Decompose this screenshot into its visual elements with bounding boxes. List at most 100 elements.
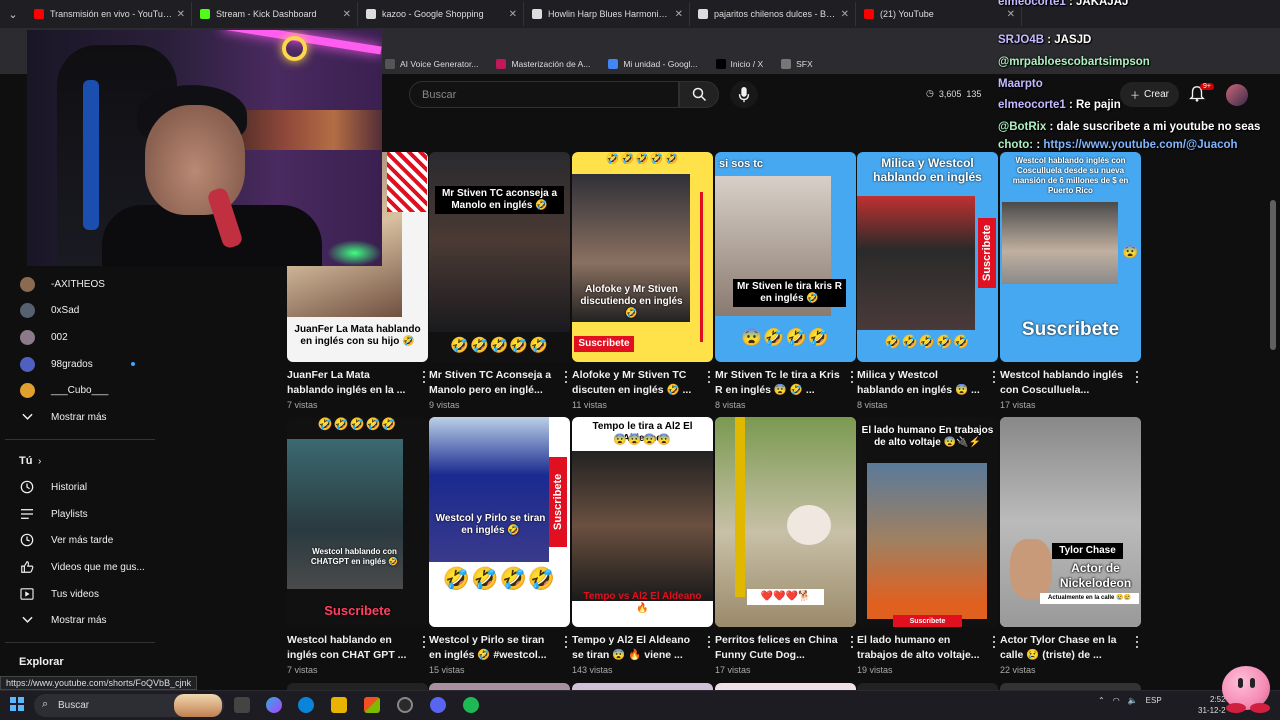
chrome-icon[interactable] — [430, 697, 446, 713]
chat-username: elmeocorte1 — [998, 0, 1066, 8]
video-title[interactable]: Perritos felices en China Funny Cute Dog… — [715, 633, 840, 663]
video-thumbnail-partial[interactable] — [857, 683, 998, 690]
video-thumbnail[interactable]: Westcol y Pirlo se tiran en inglés 🤣 Sus… — [429, 417, 570, 627]
video-thumbnail[interactable]: Westcol hablando inglés con Cosculluela … — [1000, 152, 1141, 362]
chat-text: https://www.youtube.com/@Juacoh — [1043, 139, 1238, 151]
system-tray[interactable]: ⌃ ◠ 🔈 ESP — [1098, 696, 1162, 705]
scrollbar-thumb[interactable] — [1270, 200, 1276, 350]
sidebar-item-history[interactable]: Historial — [0, 474, 160, 500]
create-button[interactable]: ＋ Crear — [1120, 82, 1180, 107]
chevron-down-icon — [19, 409, 35, 425]
tab-close-icon[interactable]: ✕ — [841, 9, 849, 20]
video-title[interactable]: Westcol y Pirlo se tiran en inglés 🤣 #we… — [429, 633, 554, 663]
more-options-icon[interactable] — [848, 370, 856, 384]
taskbar-search[interactable]: ⌕ Buscar — [34, 694, 224, 717]
video-thumbnail-partial[interactable] — [1000, 683, 1141, 690]
thumbnail-photo — [1002, 202, 1118, 284]
more-options-icon[interactable] — [562, 635, 570, 649]
spotify-icon[interactable] — [463, 697, 479, 713]
subscribe-sticker: Suscribete — [574, 336, 634, 352]
sidebar-you-heading[interactable]: Tú › — [0, 448, 160, 474]
sidebar-channel-item[interactable]: -AXITHEOS — [0, 271, 160, 297]
sidebar-item-your-videos[interactable]: Tus videos — [0, 581, 160, 607]
bookmark-item[interactable]: Inicio / X — [715, 59, 763, 69]
video-title[interactable]: Westcol hablando en inglés con CHAT GPT … — [287, 633, 412, 663]
video-title[interactable]: El lado humano en trabajos de alto volta… — [857, 633, 982, 663]
edge-browser-icon[interactable] — [298, 697, 314, 713]
video-thumbnail[interactable]: El lado humano En trabajos de alto volta… — [857, 417, 998, 627]
browser-tab[interactable]: kazoo - Google Shopping ✕ — [360, 2, 524, 26]
video-thumbnail[interactable]: Tempo le tira a Al2 El Aldeano 😨😨😨😨 Temp… — [572, 417, 713, 627]
more-options-icon[interactable] — [420, 635, 428, 649]
more-options-icon[interactable] — [420, 370, 428, 384]
bookmark-item[interactable]: SFX — [781, 59, 813, 69]
kirby-eye — [1238, 678, 1243, 688]
sidebar-channel-item[interactable]: 002 — [0, 324, 160, 350]
video-thumbnail-partial[interactable] — [429, 683, 570, 690]
video-thumbnail[interactable]: 🤣🤣🤣🤣🤣 Westcol hablando con CHATGPT en in… — [287, 417, 428, 627]
browser-tab[interactable]: Stream - Kick Dashboard ✕ — [194, 2, 358, 26]
video-title[interactable]: Actor Tylor Chase en la calle 😢 (triste)… — [1000, 633, 1125, 663]
sidebar-channel-item[interactable]: 0xSad — [0, 297, 160, 323]
video-thumbnail[interactable]: 🤣🤣🤣🤣🤣 Alofoke y Mr Stiven discutiendo en… — [572, 152, 713, 362]
tab-close-icon[interactable]: ✕ — [1007, 9, 1015, 20]
tab-close-icon[interactable]: ✕ — [675, 9, 683, 20]
video-thumbnail[interactable]: si sos tc Mr Stiven le tira kris R en in… — [715, 152, 856, 362]
task-view-icon[interactable] — [234, 697, 250, 713]
sidebar-show-more-you[interactable]: Mostrar más — [0, 607, 160, 633]
search-highlight-image — [174, 694, 222, 717]
video-thumbnail[interactable]: Milica y Westcol hablando en inglés Susc… — [857, 152, 998, 362]
more-options-icon[interactable] — [705, 370, 713, 384]
windows-start-icon[interactable] — [10, 697, 24, 711]
bookmark-item[interactable]: Mi unidad - Googl... — [608, 59, 698, 69]
copilot-icon[interactable] — [266, 697, 282, 713]
taskbar-clock[interactable]: 2:52 31-12-2 — [1198, 694, 1226, 716]
browser-tab[interactable]: pajaritos chilenos dulces - Buscar... ✕ — [692, 2, 856, 26]
video-thumbnail[interactable]: Mr Stiven TC aconseja a Manolo en inglés… — [429, 152, 570, 362]
video-title[interactable]: JuanFer La Mata hablando inglés en la ..… — [287, 368, 412, 398]
video-title[interactable]: Mr Stiven Tc le tira a Kris R en inglés … — [715, 368, 840, 398]
bookmark-item[interactable]: AI Voice Generator... — [385, 59, 478, 69]
sidebar-channel-item[interactable]: 98grados — [0, 351, 160, 377]
video-thumbnail-partial[interactable] — [287, 683, 428, 690]
sidebar-item-playlists[interactable]: Playlists — [0, 501, 160, 527]
browser-tab[interactable]: Howlin Harp Blues Harmonica Sta... ✕ — [526, 2, 690, 26]
tab-close-icon[interactable]: ✕ — [177, 9, 185, 20]
search-input[interactable]: Buscar — [409, 81, 679, 108]
video-title[interactable]: Tempo y Al2 El Aldeano se tiran 😨 🔥 vien… — [572, 633, 697, 663]
more-options-icon[interactable] — [1133, 370, 1141, 384]
more-options-icon[interactable] — [705, 635, 713, 649]
more-options-icon[interactable] — [990, 635, 998, 649]
video-thumbnail[interactable]: Tylor Chase Actor de Nickelodeon Actualm… — [1000, 417, 1141, 627]
sidebar-show-more-channels[interactable]: Mostrar más — [0, 404, 160, 430]
more-options-icon[interactable] — [848, 635, 856, 649]
search-placeholder: Buscar — [422, 88, 457, 101]
tab-close-icon[interactable]: ✕ — [343, 9, 351, 20]
file-explorer-icon[interactable] — [331, 697, 347, 713]
video-title[interactable]: Westcol hablando inglés con Cosculluela.… — [1000, 368, 1125, 398]
bookmark-item[interactable]: Masterización de A... — [496, 59, 590, 69]
sidebar-item-watch-later[interactable]: Ver más tarde — [0, 527, 160, 553]
browser-tab[interactable]: Transmisión en vivo - YouTube St... ✕ — [28, 2, 192, 26]
create-label: Crear — [1144, 89, 1170, 100]
video-thumbnail-partial[interactable] — [715, 683, 856, 690]
video-title[interactable]: Milica y Westcol hablando en inglés 😨 ..… — [857, 368, 982, 398]
more-options-icon[interactable] — [990, 370, 998, 384]
video-thumbnail[interactable]: ❤️❤️❤️🐕 — [715, 417, 856, 627]
wifi-icon: ◠ — [1112, 696, 1120, 705]
account-avatar[interactable] — [1226, 84, 1248, 106]
video-title[interactable]: Mr Stiven TC Aconseja a Manolo pero en i… — [429, 368, 554, 398]
sidebar-channel-item[interactable]: ___Cubo___ — [0, 377, 160, 403]
sidebar-item-liked-videos[interactable]: Videos que me gus... — [0, 554, 160, 580]
obs-icon[interactable] — [397, 697, 413, 713]
tab-list-chevron-icon[interactable]: ⌄ — [0, 0, 26, 28]
video-views: 19 vistas — [857, 665, 893, 675]
video-thumbnail-partial[interactable] — [572, 683, 713, 690]
store-icon[interactable] — [364, 697, 380, 713]
video-title[interactable]: Alofoke y Mr Stiven TC discuten en inglé… — [572, 368, 697, 398]
more-options-icon[interactable] — [562, 370, 570, 384]
more-options-icon[interactable] — [1133, 635, 1141, 649]
tab-close-icon[interactable]: ✕ — [509, 9, 517, 20]
search-button[interactable] — [679, 81, 719, 108]
voice-search-button[interactable] — [730, 81, 758, 108]
